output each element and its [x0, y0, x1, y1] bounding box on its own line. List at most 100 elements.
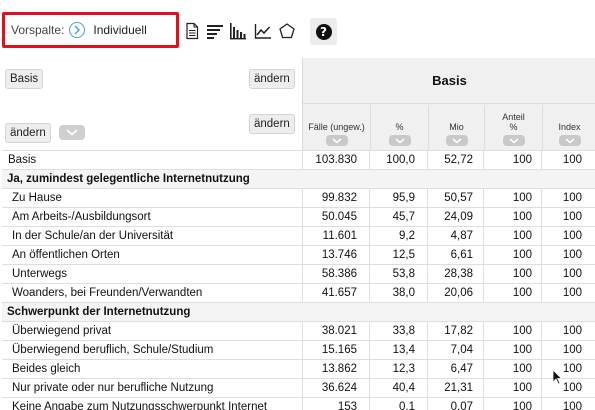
document-icon[interactable]: [184, 22, 202, 40]
basis-button[interactable]: Basis: [5, 69, 44, 89]
table-row[interactable]: Beides gleich 13.862 12,3 6,47 100 100: [2, 359, 595, 378]
table-cell: 45,7: [392, 211, 415, 223]
vorspalte-value[interactable]: Individuell: [93, 23, 146, 37]
table-cell: 0,07: [450, 401, 473, 410]
sort-lines-icon[interactable]: [206, 22, 224, 40]
table-cell: 11.601: [322, 230, 357, 242]
col-header-index[interactable]: Index: [542, 105, 595, 150]
data-table: Basis 103.830 100,0 52,72 100 100 Ja, zumindes…: [2, 150, 595, 410]
table-cell: 40,4: [392, 382, 415, 394]
help-icon: ?: [315, 23, 332, 40]
row-label: Schwerpunkt der Internetnutzung: [7, 306, 191, 318]
table-cell: 7,04: [450, 344, 473, 356]
table-row[interactable]: Basis 103.830 100,0 52,72 100 100: [2, 150, 595, 169]
column-group-title: Basis: [303, 58, 595, 104]
table-cell: 6,61: [450, 249, 473, 261]
row-label: Keine Angabe zum Nutzungsschwerpunkt Int…: [12, 401, 268, 410]
chevron-down-icon[interactable]: [502, 135, 525, 146]
row-label: Beides gleich: [12, 363, 81, 375]
help-button[interactable]: ?: [310, 18, 337, 45]
table-cell: 103.830: [315, 154, 357, 166]
table-cell: 17,82: [444, 325, 473, 337]
table-cell: 4,87: [450, 230, 473, 242]
toolbar: Vorspalte: Individuell ?: [0, 0, 595, 60]
row-label: An öffentlichen Orten: [12, 249, 120, 261]
chevron-right-icon[interactable]: [69, 22, 86, 38]
pentagon-icon[interactable]: [278, 22, 296, 40]
table-row[interactable]: Zu Hause 99.832 95,9 50,57 100 100: [2, 188, 595, 207]
table-cell: 20,06: [444, 287, 473, 299]
table-cell: 41.657: [321, 287, 357, 299]
table-cell: 100: [562, 344, 582, 356]
row-label: Am Arbeits-/Ausbildungsort: [12, 211, 151, 223]
row-label: Überwiegend beruflich, Schule/Studium: [12, 344, 214, 356]
rows-dropdown-chevron-icon[interactable]: [59, 125, 85, 140]
row-label: Ja, zumindest gelegentliche Internetnutz…: [7, 173, 250, 185]
table-row[interactable]: Überwiegend beruflich, Schule/Studium 15.…: [2, 340, 595, 359]
col-header-percent[interactable]: %: [370, 105, 428, 150]
table-cell: 100: [562, 230, 582, 242]
table-cell: 100: [562, 211, 582, 223]
row-label: Überwiegend privat: [12, 325, 112, 337]
chevron-down-icon[interactable]: [325, 135, 348, 146]
mouse-cursor-icon: [552, 369, 563, 388]
section-row[interactable]: Ja, zumindest gelegentliche Internetnutz…: [2, 169, 595, 188]
table-cell: 12,3: [392, 363, 415, 375]
table-row[interactable]: Überwiegend privat 38.021 33,8 17,82 100 100: [2, 321, 595, 340]
table-cell: 100: [562, 401, 582, 410]
table-row[interactable]: Nur private oder nur berufliche Nutzung 3…: [2, 378, 595, 397]
table-cell: 36.624: [321, 382, 357, 394]
table-cell: 15.165: [321, 344, 357, 356]
table-row[interactable]: In der Schule/an der Universität 11.601 9,…: [2, 226, 595, 245]
vorspalte-selector[interactable]: Vorspalte: Individuell: [2, 12, 179, 48]
table-cell: 6,47: [450, 363, 473, 375]
col-header-label: Anteil %: [502, 112, 525, 132]
row-label: In der Schule/an der Universität: [12, 230, 174, 242]
table-cell: 53,8: [392, 268, 415, 280]
row-label: Unterwegs: [12, 268, 67, 280]
line-chart-icon[interactable]: [254, 22, 272, 40]
table-cell: 52,72: [444, 154, 473, 166]
table-cell: 12,5: [392, 249, 415, 261]
table-cell: 38,0: [392, 287, 415, 299]
table-cell: 13.746: [321, 249, 357, 261]
vorspalte-label: Vorspalte:: [11, 23, 65, 37]
change-basis-button[interactable]: ändern: [249, 69, 295, 89]
table-row[interactable]: Am Arbeits-/Ausbildungsort 50.045 45,7 24,0…: [2, 207, 595, 226]
col-header-label: Index: [558, 122, 581, 132]
col-header-label: Mio: [449, 122, 464, 132]
table-cell: 24,09: [444, 211, 473, 223]
table-cell: 13,4: [392, 344, 415, 356]
col-header-mio[interactable]: Mio: [428, 105, 484, 150]
col-header-anteil[interactable]: Anteil %: [484, 105, 542, 150]
table-cell: 100: [562, 268, 582, 280]
table-cell: 95,9: [392, 192, 415, 204]
bar-chart-icon[interactable]: [229, 22, 247, 40]
table-cell: 99.832: [321, 192, 357, 204]
change-rows-button[interactable]: ändern: [5, 123, 51, 143]
table-row[interactable]: Woanders, bei Freunden/Verwandten 41.657 3…: [2, 283, 595, 302]
section-row[interactable]: Schwerpunkt der Internetnutzung: [2, 302, 595, 321]
row-label: Zu Hause: [12, 192, 62, 204]
table-cell: 33,8: [392, 325, 415, 337]
table-row[interactable]: Keine Angabe zum Nutzungsschwerpunkt Int…: [2, 397, 595, 410]
chevron-down-icon[interactable]: [558, 135, 581, 146]
table-row[interactable]: An öffentlichen Orten 13.746 12,5 6,61 100 10…: [2, 245, 595, 264]
col-header-faelle[interactable]: Fälle (ungew.): [303, 105, 370, 150]
chevron-down-icon[interactable]: [388, 135, 411, 146]
table-row[interactable]: Unterwegs 58.386 53,8 28,38 100 100: [2, 264, 595, 283]
table-cell: 58.386: [321, 268, 357, 280]
row-label: Basis: [8, 154, 37, 166]
table-cell: 50,57: [444, 192, 473, 204]
row-label: Woanders, bei Freunden/Verwandten: [12, 287, 203, 299]
row-label: Nur private oder nur berufliche Nutzung: [12, 382, 214, 394]
change-columns-button[interactable]: ändern: [249, 114, 295, 134]
table-cell: 100: [562, 192, 582, 204]
table-cell: 9,2: [399, 230, 415, 242]
table-cell: 153: [337, 401, 357, 410]
table-cell: 100: [562, 154, 582, 166]
table-cell: 50.045: [321, 211, 357, 223]
chevron-down-icon[interactable]: [445, 135, 468, 146]
table-cell: 100: [562, 287, 582, 299]
col-header-label: Fälle (ungew.): [308, 122, 365, 132]
